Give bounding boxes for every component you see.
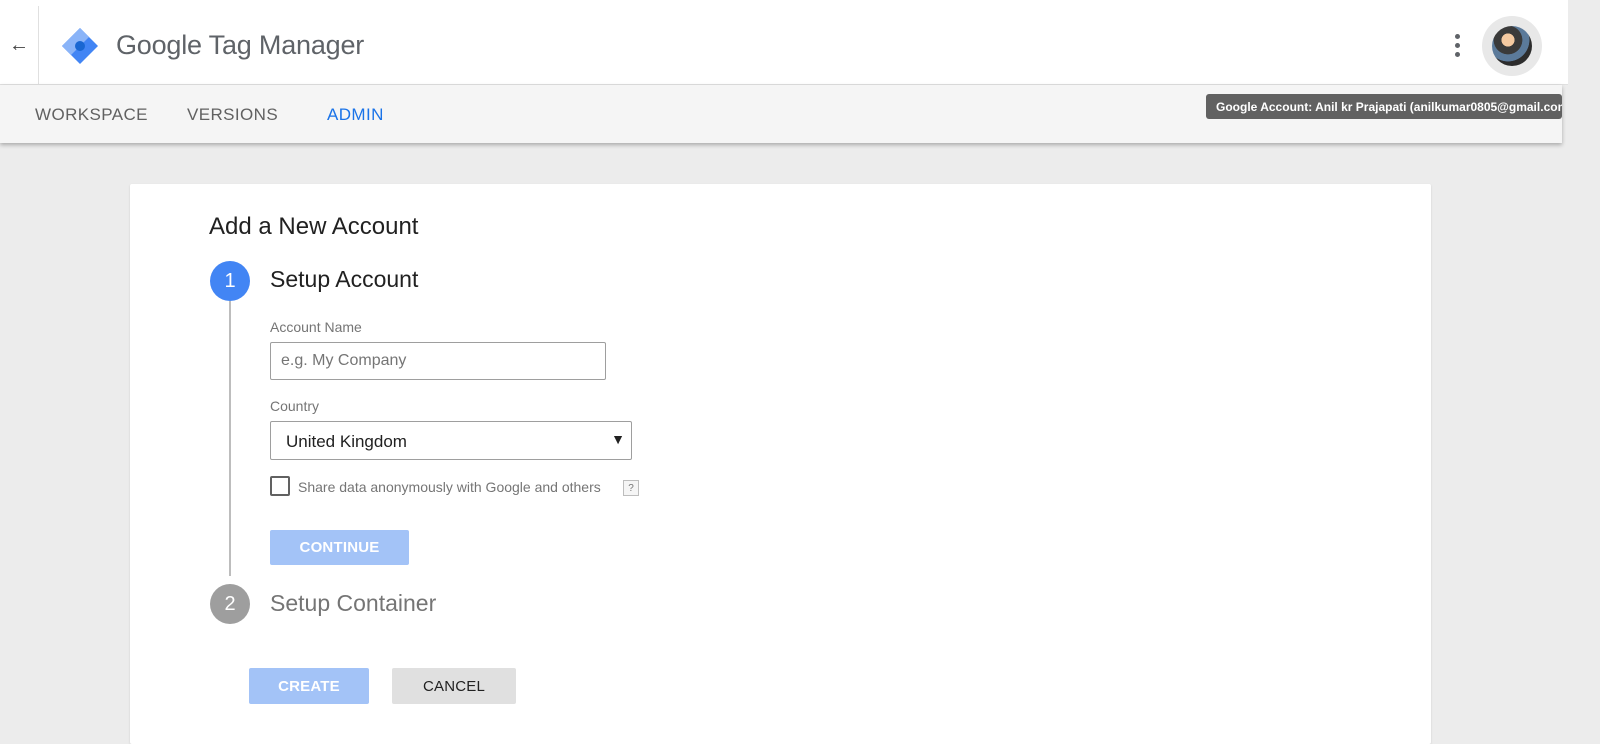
dropdown-arrow-icon: ▼	[611, 431, 625, 447]
share-data-label: Share data anonymously with Google and o…	[298, 479, 601, 495]
page-title: Add a New Account	[209, 213, 419, 240]
app-header: ← Google Tag Manager	[0, 6, 1568, 85]
country-label: Country	[270, 398, 320, 414]
gtm-logo-icon	[62, 28, 98, 64]
tab-versions[interactable]: VERSIONS	[187, 105, 278, 125]
account-avatar[interactable]	[1482, 16, 1542, 76]
create-button[interactable]: CREATE	[249, 668, 369, 704]
more-vert-icon	[1454, 33, 1460, 39]
account-tooltip: Google Account: Anil kr Prajapati (anilk…	[1206, 94, 1562, 119]
continue-button[interactable]: CONTINUE	[270, 530, 409, 565]
back-button[interactable]: ←	[0, 6, 39, 84]
tab-admin[interactable]: ADMIN	[327, 105, 384, 125]
country-select-value: United Kingdom	[286, 432, 407, 451]
country-select[interactable]: United Kingdom ▼	[270, 421, 632, 460]
cancel-button[interactable]: CANCEL	[392, 668, 516, 704]
more-options-button[interactable]	[1446, 28, 1468, 62]
step-2-title: Setup Container	[270, 590, 437, 616]
share-data-checkbox[interactable]	[270, 476, 290, 496]
step-1-title: Setup Account	[270, 266, 419, 292]
help-icon[interactable]: ?	[623, 480, 639, 496]
step-1-indicator: 1	[210, 261, 250, 301]
arrow-left-icon: ←	[9, 33, 29, 56]
stepper-line	[229, 301, 231, 576]
app-title: Google Tag Manager	[116, 30, 365, 60]
step-2-indicator: 2	[210, 584, 250, 624]
tab-workspace[interactable]: WORKSPACE	[35, 105, 148, 125]
new-account-card: Add a New Account 1 Setup Account Accoun…	[130, 184, 1431, 744]
avatar-image	[1492, 26, 1532, 66]
account-name-input[interactable]	[270, 342, 606, 380]
account-name-label: Account Name	[270, 319, 362, 335]
